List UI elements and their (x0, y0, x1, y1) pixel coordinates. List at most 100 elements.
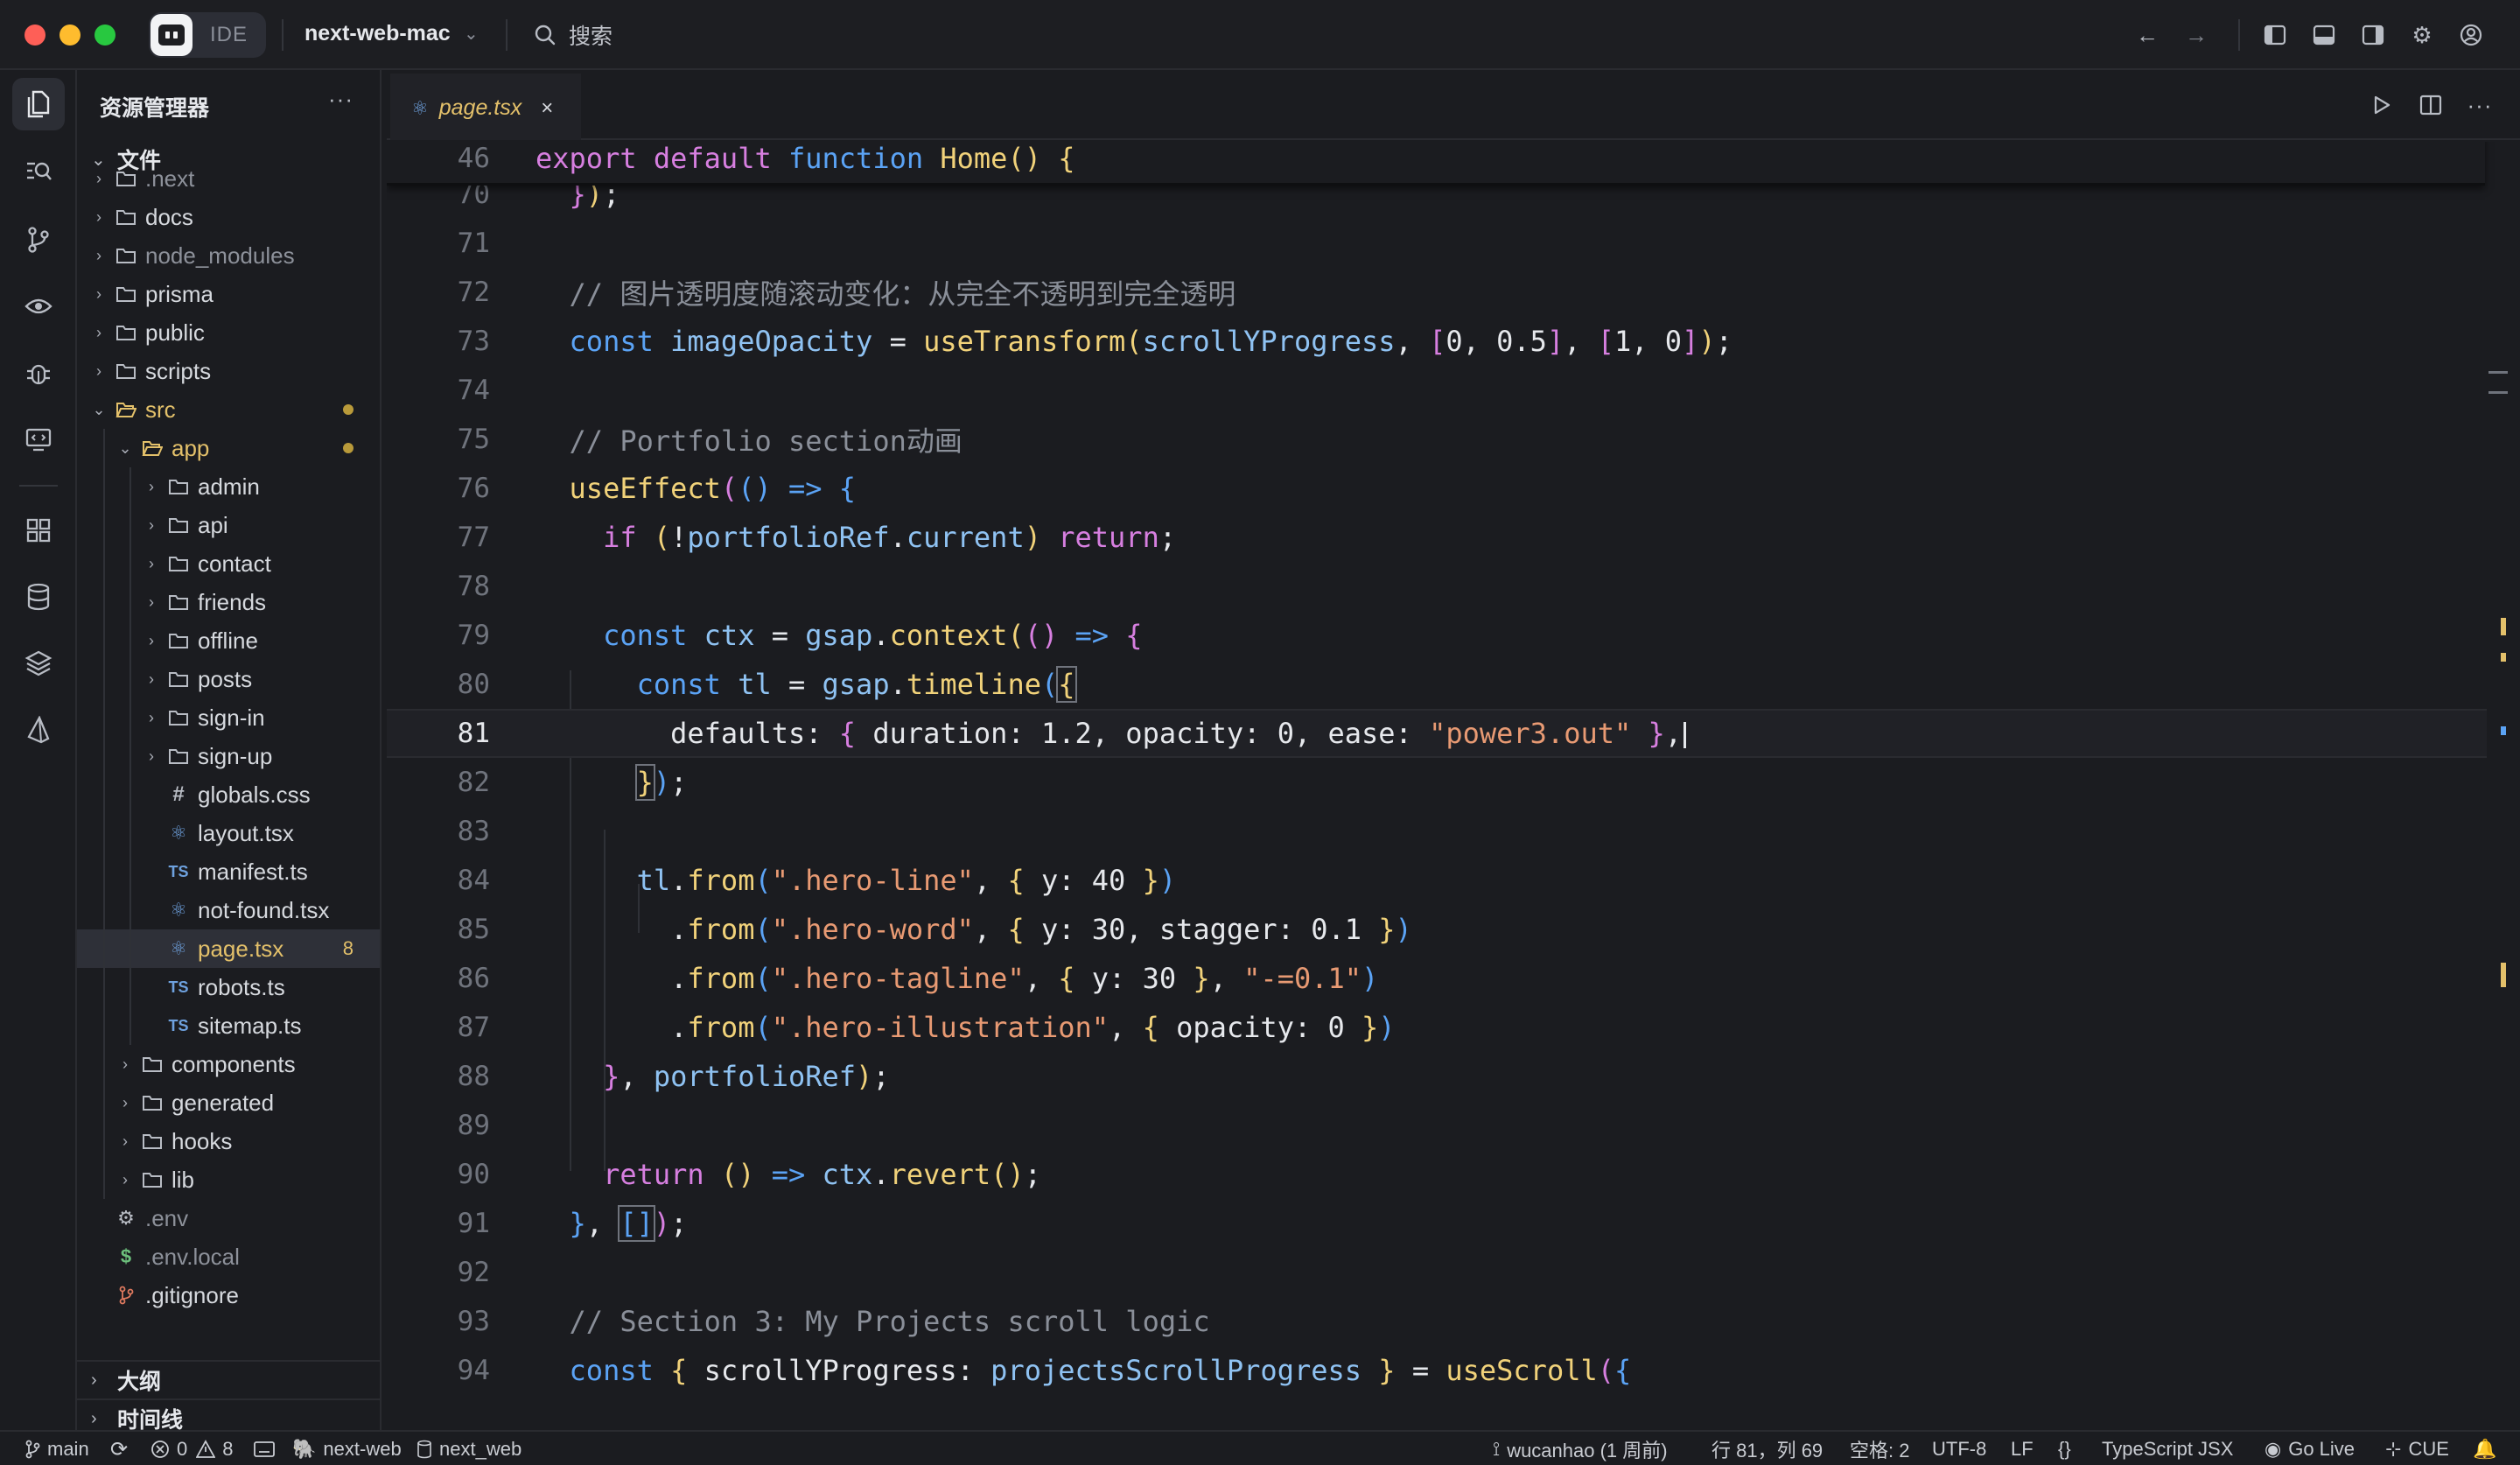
git-blame-status[interactable]: ⟟ wucanhao (1 周前) (1493, 1437, 1668, 1461)
tree-item[interactable]: TS robots.ts (77, 968, 380, 1006)
tree-item[interactable]: › contact (77, 544, 380, 583)
close-window-button[interactable] (24, 25, 46, 46)
notifications-bell-icon[interactable]: 🔔 (2473, 1437, 2496, 1461)
code-line: 72 // 图片透明度随滚动变化：从完全不透明到完全透明 (457, 277, 1236, 311)
folder-open-icon (140, 436, 164, 460)
tree-item[interactable]: › sign-up (77, 737, 380, 775)
tree-item[interactable]: ⚛ layout.tsx (77, 814, 380, 852)
remote-explorer-icon[interactable] (12, 413, 65, 466)
tree-item[interactable]: $ .env.local (77, 1237, 380, 1276)
more-actions-icon[interactable]: ··· (328, 86, 354, 113)
zoom-window-button[interactable] (94, 25, 116, 46)
toggle-secondary-sidebar-icon[interactable] (2357, 19, 2389, 51)
preview-eye-icon[interactable] (12, 280, 65, 333)
branch-status[interactable]: main (24, 1437, 89, 1461)
tree-item-label: admin (198, 473, 260, 500)
split-editor-icon[interactable] (2415, 89, 2446, 121)
tree-item[interactable]: › docs (77, 198, 380, 236)
tree-item[interactable]: › lib (77, 1160, 380, 1199)
activity-divider (19, 485, 58, 487)
tree-item[interactable]: › admin (77, 467, 380, 506)
outline-section-header[interactable]: › 大纲 (77, 1360, 380, 1398)
tree-item[interactable]: › friends (77, 583, 380, 621)
tree-item[interactable]: › hooks (77, 1122, 380, 1160)
tree-item[interactable]: › offline (77, 621, 380, 660)
problem-count-badge: 8 (342, 937, 354, 959)
minimize-window-button[interactable] (60, 25, 80, 46)
source-control-icon[interactable] (12, 214, 65, 266)
tree-item-label: posts (198, 665, 253, 692)
tree-item[interactable]: ⚙ .env (77, 1199, 380, 1237)
cue-status[interactable]: ⊹ CUE (2385, 1437, 2449, 1461)
indentation-status[interactable]: 空格: 2 (1850, 1437, 1909, 1461)
tree-item[interactable]: › prisma (77, 275, 380, 313)
account-icon[interactable] (2455, 19, 2487, 51)
tree-item-label: friends (198, 588, 267, 615)
prisma-icon[interactable] (12, 704, 65, 756)
code-line: 86 .from(".hero-tagline", { y: 30 }, "-=… (457, 962, 1379, 995)
project-selector[interactable]: next-web-mac (304, 21, 451, 46)
tree-item[interactable]: # globals.css (77, 775, 380, 814)
tree-item[interactable]: › node_modules (77, 236, 380, 275)
tree-item[interactable]: › scripts (77, 352, 380, 390)
extensions-icon[interactable] (12, 504, 65, 557)
more-editor-actions-icon[interactable]: ··· (2464, 89, 2496, 121)
tree-item[interactable]: .gitignore (77, 1276, 380, 1314)
settings-gear-icon[interactable]: ⚙ (2406, 19, 2438, 51)
warning-marker (2501, 963, 2506, 987)
tree-item[interactable]: ⌄ app (77, 429, 380, 467)
run-icon[interactable] (2366, 89, 2398, 121)
ide-mode-badge[interactable]: IDE (149, 12, 266, 58)
tree-item[interactable]: › components (77, 1045, 380, 1083)
tree-item[interactable]: › .next (77, 159, 380, 198)
tree-item[interactable]: › sign-in (77, 698, 380, 737)
tree-item[interactable]: TS manifest.ts (77, 852, 380, 891)
problems-status[interactable]: 0 8 (150, 1437, 234, 1461)
tab-page-tsx[interactable]: ⚛ page.tsx × (390, 74, 581, 140)
cursor-position[interactable]: 行 81，列 69 (1712, 1437, 1823, 1461)
braces-icon[interactable]: {} (2058, 1437, 2071, 1461)
database-status[interactable]: next_web (416, 1437, 522, 1461)
keyboard-icon[interactable] (254, 1437, 275, 1461)
close-tab-icon[interactable]: × (541, 96, 553, 121)
code-line: 74 (457, 375, 490, 406)
tree-item[interactable]: › public (77, 313, 380, 352)
language-mode[interactable]: TypeScript JSX (2102, 1437, 2233, 1461)
scrollbar-thumb[interactable] (2488, 371, 2508, 394)
chevron-right-icon: › (122, 1170, 128, 1188)
go-live-button[interactable]: ◉ Go Live (2264, 1437, 2355, 1461)
toggle-panel-icon[interactable] (2308, 19, 2340, 51)
back-arrow-icon[interactable]: ← (2132, 19, 2163, 51)
code-line: 91 }, []); (457, 1205, 688, 1242)
tree-item[interactable]: ⚛ not-found.tsx (77, 891, 380, 929)
sync-icon[interactable]: ⟳ (110, 1437, 128, 1461)
eol-status[interactable]: LF (2011, 1437, 2034, 1461)
tree-item[interactable]: TS sitemap.ts (77, 1006, 380, 1045)
code-line: 85 .from(".hero-word", { y: 30, stagger:… (457, 913, 1412, 946)
forward-arrow-icon[interactable]: → (2180, 19, 2212, 51)
broadcast-icon: ◉ (2264, 1438, 2282, 1460)
layers-icon[interactable] (12, 637, 65, 690)
tree-item[interactable]: › api (77, 506, 380, 544)
warning-marker (2501, 618, 2506, 635)
code-line: 71 (457, 228, 490, 259)
tree-item[interactable]: ⚛ page.tsx 8 (77, 929, 380, 968)
tree-item[interactable]: › posts (77, 660, 380, 698)
react-file-icon: ⚛ (411, 96, 429, 119)
tree-item[interactable]: ⌄ src (77, 390, 380, 429)
tree-item[interactable]: › generated (77, 1083, 380, 1122)
sticky-scroll-header[interactable]: 46 export default function Home() { (387, 142, 2485, 186)
search-panel-icon[interactable] (12, 145, 65, 198)
encoding-status[interactable]: UTF-8 (1932, 1437, 1986, 1461)
explorer-icon[interactable] (12, 78, 65, 130)
remote-status[interactable]: 🐘 next-web (292, 1437, 402, 1461)
tree-item-label: manifest.ts (198, 858, 308, 885)
search-box[interactable]: 搜索 (534, 19, 612, 51)
code-editor[interactable]: 70 }); 71 72 // 图片透明度随滚动变化：从完全不透明到完全透明 7… (387, 142, 2520, 1430)
chevron-down-icon[interactable]: ⌄ (464, 23, 479, 45)
database-icon[interactable] (12, 571, 65, 623)
toggle-primary-sidebar-icon[interactable] (2259, 19, 2291, 51)
modified-dot (343, 404, 354, 415)
folder-icon (114, 282, 138, 306)
debug-bug-icon[interactable] (12, 347, 65, 399)
